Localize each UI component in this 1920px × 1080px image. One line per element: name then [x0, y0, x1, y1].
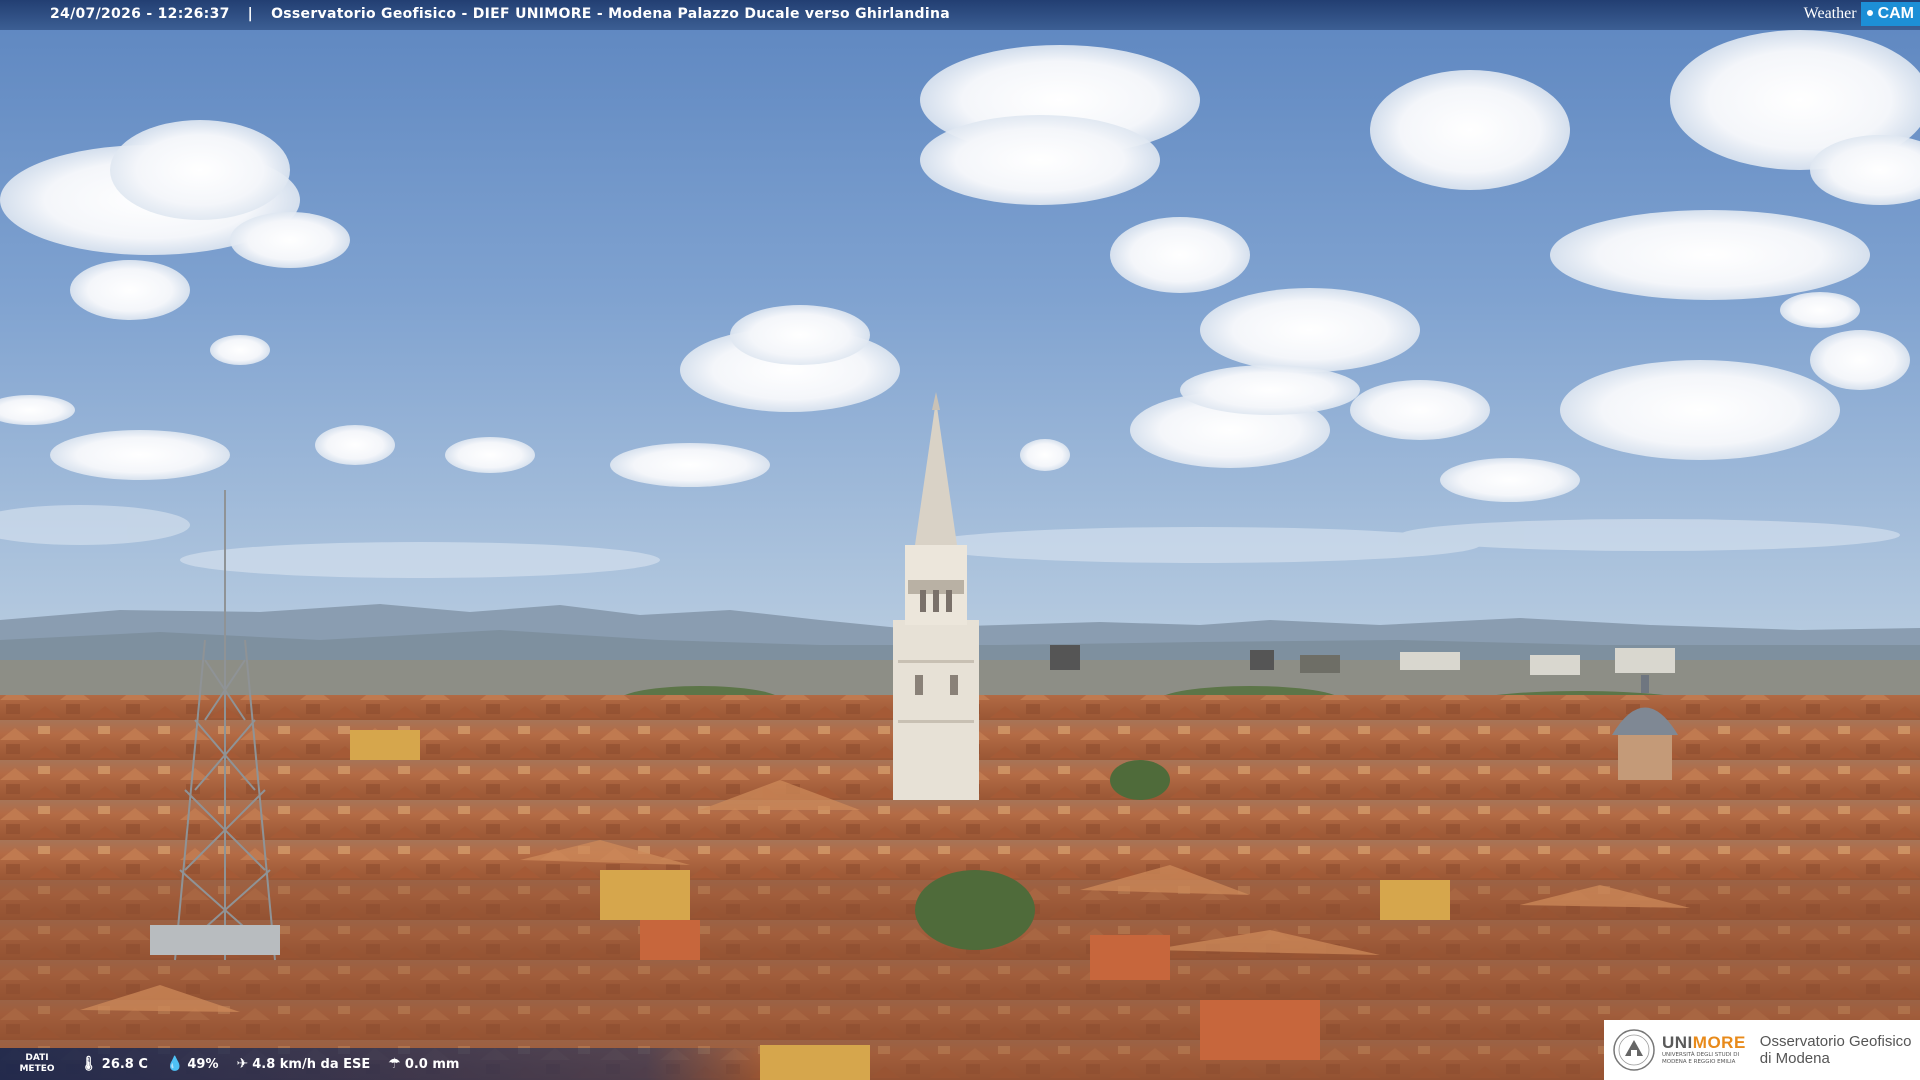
university-name-block: UNIMORE UNIVERSITÀ DEGLI STUDI DI MODENA…: [1662, 1034, 1746, 1066]
humidity-value: 49%: [187, 1056, 219, 1072]
wind-icon: ✈: [236, 1056, 249, 1072]
rain-icon: ☂: [388, 1056, 401, 1072]
rain-value: 0.0 mm: [404, 1056, 460, 1072]
thermometer-icon: 🌡: [80, 1056, 98, 1072]
unimore-logo: UNIMORE UNIVERSITÀ DEGLI STUDI DI MODENA…: [1604, 1020, 1920, 1080]
university-full-line1: UNIVERSITÀ DEGLI STUDI DI: [1662, 1052, 1740, 1058]
caption-bar: 24/07/2026 - 12:26:37 | Osservatorio Geofi…: [0, 0, 1920, 30]
caption-separator: |: [247, 6, 254, 22]
weathercam-logo: Weather CAM: [1798, 0, 1920, 28]
wind-reading: ✈ 4.8 km/h da ESE: [237, 1056, 371, 1072]
city-panorama: [0, 0, 1920, 1080]
temperature-value: 26.8 C: [101, 1056, 148, 1072]
university-short-name: UNIMORE: [1662, 1034, 1746, 1052]
weathercam-weather-text: Weather: [1803, 5, 1857, 22]
weathercam-cam-text: CAM: [1877, 5, 1914, 22]
temperature-reading: 🌡 26.8 C: [80, 1056, 148, 1072]
weathercam-cam-badge: CAM: [1860, 2, 1920, 26]
timestamp: 24/07/2026 - 12:26:37: [50, 6, 230, 22]
camera-lens-icon: [1864, 8, 1875, 18]
observatory-line2: di Modena: [1759, 1050, 1830, 1067]
camera-title: Osservatorio Geofisico - DIEF UNIMORE - …: [271, 6, 950, 22]
weather-data-bar: DATI METEO 🌡 26.8 C 💧 49% ✈ 4.8 km/h da ESE…: [0, 1048, 760, 1080]
webcam-frame: 24/07/2026 - 12:26:37 | Osservatorio Geofi…: [0, 0, 1920, 1080]
weather-label: DATI METEO: [0, 1053, 62, 1075]
observatory-line1: Osservatorio Geofisico: [1759, 1033, 1912, 1050]
humidity-reading: 💧 49%: [166, 1056, 219, 1072]
weather-label-line2: METEO: [19, 1064, 55, 1074]
wind-value: 4.8 km/h da ESE: [252, 1056, 371, 1072]
droplet-icon: 💧: [165, 1056, 184, 1072]
observatory-name: Osservatorio Geofisico di Modena: [1760, 1033, 1912, 1067]
university-seal-icon: [1613, 1029, 1655, 1071]
university-short-uni: UNI: [1662, 1033, 1693, 1052]
university-short-more: MORE: [1692, 1033, 1746, 1052]
weather-label-line1: DATI: [25, 1053, 49, 1063]
university-full-line2: MODENA E REGGIO EMILIA: [1662, 1059, 1736, 1065]
caption-text: 24/07/2026 - 12:26:37 | Osservatorio Geofi…: [50, 6, 950, 22]
rain-reading: ☂ 0.0 mm: [388, 1056, 459, 1072]
